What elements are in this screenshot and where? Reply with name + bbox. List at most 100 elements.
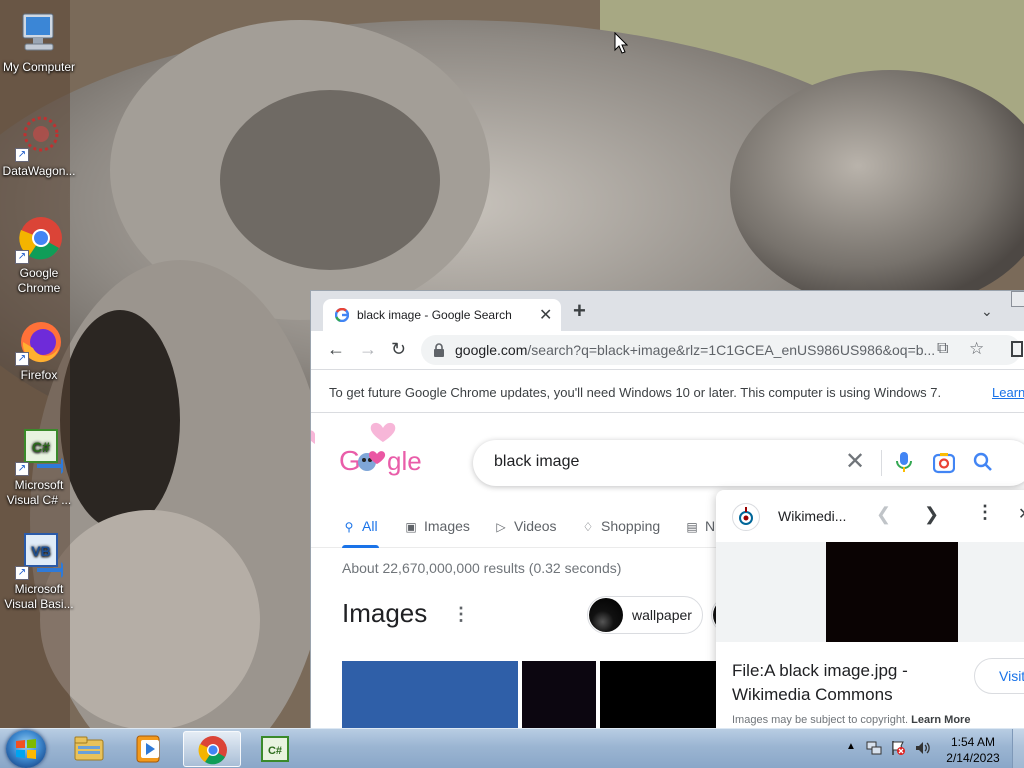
chrome-icon: ↗: [15, 216, 63, 264]
tab-label: Shopping: [601, 518, 661, 534]
image-result-2[interactable]: [522, 661, 596, 728]
taskbar-media-player[interactable]: [120, 731, 178, 767]
volume-icon[interactable]: [914, 740, 930, 756]
source-name[interactable]: Wikimedi...: [778, 508, 846, 524]
windows-logo-icon: [16, 739, 36, 759]
taskbar: C# ▲ 1:54 AM 2/14/2023: [0, 728, 1024, 768]
show-desktop-button[interactable]: [1012, 729, 1024, 768]
desktop-icon-firefox[interactable]: ↗ Firefox: [0, 318, 78, 383]
shortcut-arrow-icon: ↗: [15, 566, 29, 580]
close-panel-icon[interactable]: ✕: [1018, 504, 1024, 524]
tab-shopping[interactable]: ♢ Shopping: [581, 518, 661, 534]
browser-toolbar: ← → ↻ google.com/search?q=black+image&rl…: [311, 331, 1024, 369]
search-icon[interactable]: [973, 452, 993, 472]
chrome-window: black image - Google Search ✕ + ⌄ ← → ↻ …: [310, 290, 1024, 728]
desktop-icon-label: My Computer: [2, 60, 76, 74]
shortcut-arrow-icon: ↗: [15, 250, 29, 264]
preview-title[interactable]: File:A black image.jpg - Wikimedia Commo…: [732, 659, 942, 707]
image-icon: ▣: [405, 520, 417, 534]
desktop-icon-visual-basic[interactable]: VB ↗ Microsoft Visual Basi...: [0, 532, 78, 612]
shortcut-arrow-icon: ↗: [15, 352, 29, 366]
network-icon[interactable]: [866, 740, 882, 756]
more-options-icon[interactable]: ⋮: [452, 604, 470, 625]
bookmark-star-icon[interactable]: ☆: [969, 339, 984, 359]
result-stats: About 22,670,000,000 results (0.32 secon…: [342, 560, 622, 576]
desktop-icon-label: Microsoft Visual Basi...: [4, 582, 74, 611]
shortcut-arrow-icon: ↗: [15, 462, 29, 476]
svg-text:G: G: [339, 445, 361, 476]
show-hidden-icons-icon[interactable]: ▲: [846, 741, 856, 752]
update-infobar: To get future Google Chrome updates, you…: [311, 369, 1024, 413]
tab-images[interactable]: ▣ Images: [404, 518, 470, 534]
taskbar-chrome[interactable]: [183, 731, 241, 767]
microphone-icon[interactable]: [895, 452, 913, 474]
side-panel-icon[interactable]: [1011, 341, 1023, 357]
url-path: /search?q=black+image&rlz=1C1GCEA_enUS98…: [527, 342, 936, 358]
more-options-icon[interactable]: ⋮: [976, 502, 994, 523]
browser-tab[interactable]: black image - Google Search ✕: [323, 299, 561, 331]
window-minimize-button[interactable]: [1011, 291, 1024, 307]
action-center-flag-icon[interactable]: [890, 740, 906, 756]
search-icon: ⚲: [344, 520, 354, 534]
infobar-learn-more-link[interactable]: Learn: [992, 385, 1024, 400]
desktop-icon-label: Google Chrome: [17, 266, 61, 295]
tab-label: Videos: [514, 518, 557, 534]
desktop-icon-visual-csharp[interactable]: C# ↗ Microsoft Visual C# ...: [0, 428, 78, 508]
start-button[interactable]: [6, 730, 46, 768]
visual-csharp-icon: C#: [261, 736, 289, 762]
search-query[interactable]: black image: [494, 453, 579, 471]
back-arrow-icon[interactable]: ←: [327, 339, 345, 359]
url-text: google.com/search?q=black+image&rlz=1C1G…: [455, 342, 935, 358]
clear-search-icon[interactable]: ✕: [845, 449, 865, 475]
desktop-icon-google-chrome[interactable]: ↗ Google Chrome: [0, 216, 78, 296]
address-bar[interactable]: google.com/search?q=black+image&rlz=1C1G…: [421, 335, 1021, 365]
search-box[interactable]: black image ✕: [473, 440, 1024, 486]
desktop-icon-datawagon[interactable]: ↗ DataWagon...: [0, 114, 78, 179]
tab-videos[interactable]: ▷ Videos: [494, 518, 557, 534]
filter-chip-wallpaper[interactable]: wallpaper: [587, 596, 703, 634]
copyright-notice: Images may be subject to copyright. Lear…: [732, 714, 970, 726]
tab-label: Images: [424, 518, 470, 534]
chip-thumbnail: [589, 598, 623, 632]
preview-image[interactable]: [826, 542, 958, 642]
share-icon[interactable]: ⧉: [937, 340, 948, 358]
reload-icon[interactable]: ↻: [391, 339, 406, 359]
csharp-glyph: C#: [268, 745, 282, 757]
explorer-icon: [74, 736, 104, 761]
chrome-icon: [198, 736, 227, 765]
clock[interactable]: 1:54 AM 2/14/2023: [943, 734, 1003, 766]
desktop-icon-my-computer[interactable]: My Computer: [0, 10, 78, 75]
next-arrow-icon[interactable]: ❯: [924, 504, 939, 525]
google-lens-icon[interactable]: [933, 452, 955, 474]
tab-close-icon[interactable]: ✕: [539, 305, 552, 325]
new-tab-button[interactable]: +: [573, 300, 586, 322]
desktop-icon-label: Microsoft Visual C# ...: [6, 478, 72, 507]
visual-csharp-icon: C# ↗: [15, 428, 69, 476]
tab-search-chevron-icon[interactable]: ⌄: [981, 303, 993, 320]
copyright-text: Images may be subject to copyright.: [732, 714, 909, 726]
previous-arrow-icon[interactable]: ❮: [876, 504, 891, 525]
firefox-icon: ↗: [15, 318, 63, 366]
vb-glyph: VB: [31, 543, 50, 559]
image-result-1[interactable]: [342, 661, 518, 728]
images-section-heading: Images: [342, 598, 428, 628]
image-result-3[interactable]: [600, 661, 720, 728]
tab-label: N: [705, 518, 716, 534]
taskbar-explorer[interactable]: [60, 731, 118, 767]
video-icon: ▷: [496, 520, 506, 534]
tag-icon: ♢: [582, 520, 594, 534]
visual-basic-icon: VB ↗: [15, 532, 69, 580]
clock-date: 2/14/2023: [946, 751, 1000, 765]
desktop-icon-label: DataWagon...: [2, 164, 76, 178]
visit-button[interactable]: Visit: [974, 658, 1024, 694]
google-doodle-logo[interactable]: G gle: [311, 418, 441, 488]
tab-all[interactable]: ⚲ All: [342, 518, 378, 534]
learn-more-link[interactable]: Learn More: [911, 714, 970, 726]
forward-arrow-icon[interactable]: →: [359, 339, 377, 359]
lock-icon: [434, 343, 444, 357]
tab-news[interactable]: ▤ N: [685, 518, 715, 534]
tab-label: All: [362, 518, 378, 534]
tab-strip: black image - Google Search ✕ + ⌄: [311, 291, 1024, 331]
taskbar-visual-csharp[interactable]: C#: [246, 731, 304, 767]
image-preview-panel: Wikimedi... ❮ ❯ ⋮ ✕ File:A black image.j…: [716, 490, 1024, 728]
